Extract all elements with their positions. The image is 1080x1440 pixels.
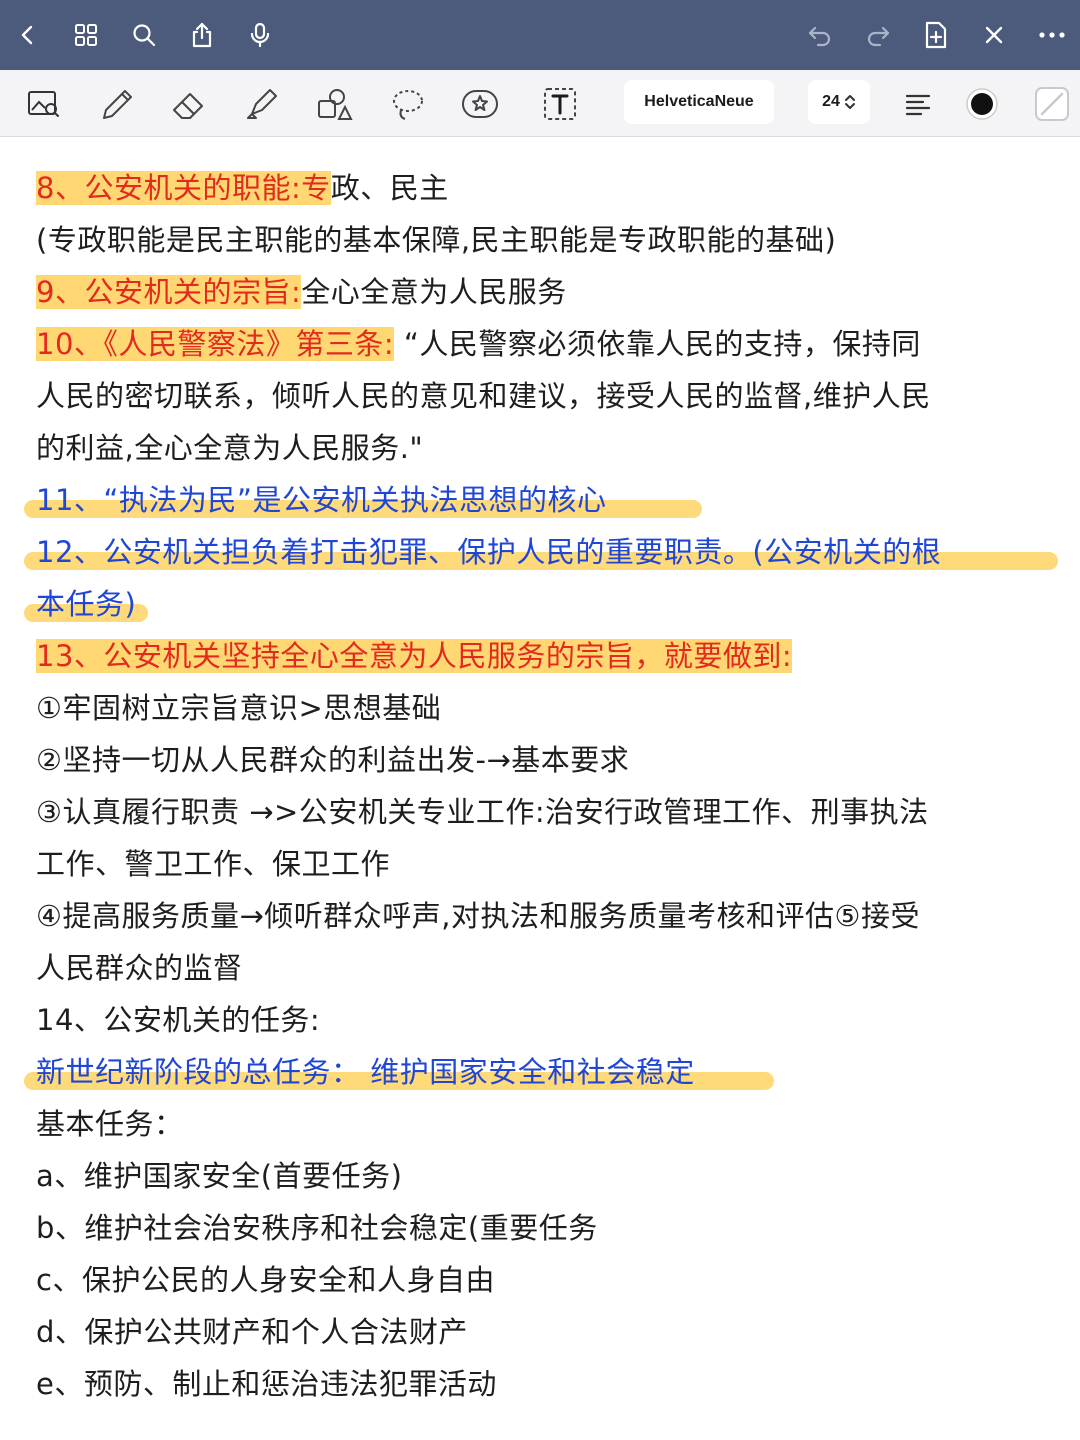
note-line: 基本任务： (36, 1107, 184, 1141)
highlighted-heading: 10、《人民警察法》第三条: (36, 327, 395, 361)
note-canvas[interactable]: 8、公安机关的职能:专政、民主 (专政职能是民主职能的基本保障,民主职能是专政职… (0, 0, 1080, 1440)
highlighted-heading: 8、公安机关的职能:专 (36, 171, 331, 205)
note-line: d、保护公共财产和个人合法财产 (36, 1315, 468, 1349)
note-line-blue: 本任务) (36, 587, 137, 621)
highlighted-heading: 9、公安机关的宗旨: (36, 275, 302, 309)
note-line: 人民群众的监督 (36, 951, 243, 985)
highlighted-heading: 13、公安机关坚持全心全意为人民服务的宗旨，就要做到: (36, 639, 793, 673)
note-line: b、维护社会治安秩序和社会稳定(重要任务 (36, 1211, 598, 1245)
note-text: 政、民主 (330, 171, 449, 205)
note-line: e、预防、制止和惩治违法犯罪活动 (36, 1367, 497, 1401)
note-text: 全心全意为人民服务 (301, 275, 567, 309)
note-line: (专政职能是民主职能的基本保障,民主职能是专政职能的基础) (36, 223, 837, 257)
note-line: c、保护公民的人身安全和人身自由 (36, 1263, 495, 1297)
note-line: 的利益,全心全意为人民服务." (36, 431, 424, 465)
note-line-blue: 11、“执法为民”是公安机关执法思想的核心 (36, 483, 607, 517)
note-line: 工作、警卫工作、保卫工作 (36, 847, 391, 881)
note-line: ④提高服务质量→倾听群众呼声,对执法和服务质量考核和评估⑤接受 (36, 899, 921, 933)
note-line-blue: 新世纪新阶段的总任务： 维护国家安全和社会稳定 (36, 1055, 695, 1089)
note-line: 8、公安机关的职能:专政、民主 (36, 166, 449, 210)
note-line: ②坚持一切从人民群众的利益出发-→基本要求 (36, 743, 630, 777)
note-line: 14、公安机关的任务: (36, 1003, 321, 1037)
note-line: 13、公安机关坚持全心全意为人民服务的宗旨，就要做到: (36, 634, 793, 678)
note-line: ①牢固树立宗旨意识>思想基础 (36, 691, 442, 725)
note-line-blue: 12、公安机关担负着打击犯罪、保护人民的重要职责。(公安机关的根 (36, 535, 942, 569)
note-line: 人民的密切联系，倾听人民的意见和建议，接受人民的监督,维护人民 (36, 379, 931, 413)
note-text: “人民警察必须依靠人民的支持，保持同 (394, 327, 921, 361)
note-line: 9、公安机关的宗旨:全心全意为人民服务 (36, 270, 567, 314)
note-line: ③认真履行职责 →>公安机关专业工作:治安行政管理工作、刑事执法 (36, 795, 929, 829)
note-line: a、维护国家安全(首要任务) (36, 1159, 403, 1193)
note-line: 10、《人民警察法》第三条: “人民警察必须依靠人民的支持，保持同 (36, 322, 921, 366)
